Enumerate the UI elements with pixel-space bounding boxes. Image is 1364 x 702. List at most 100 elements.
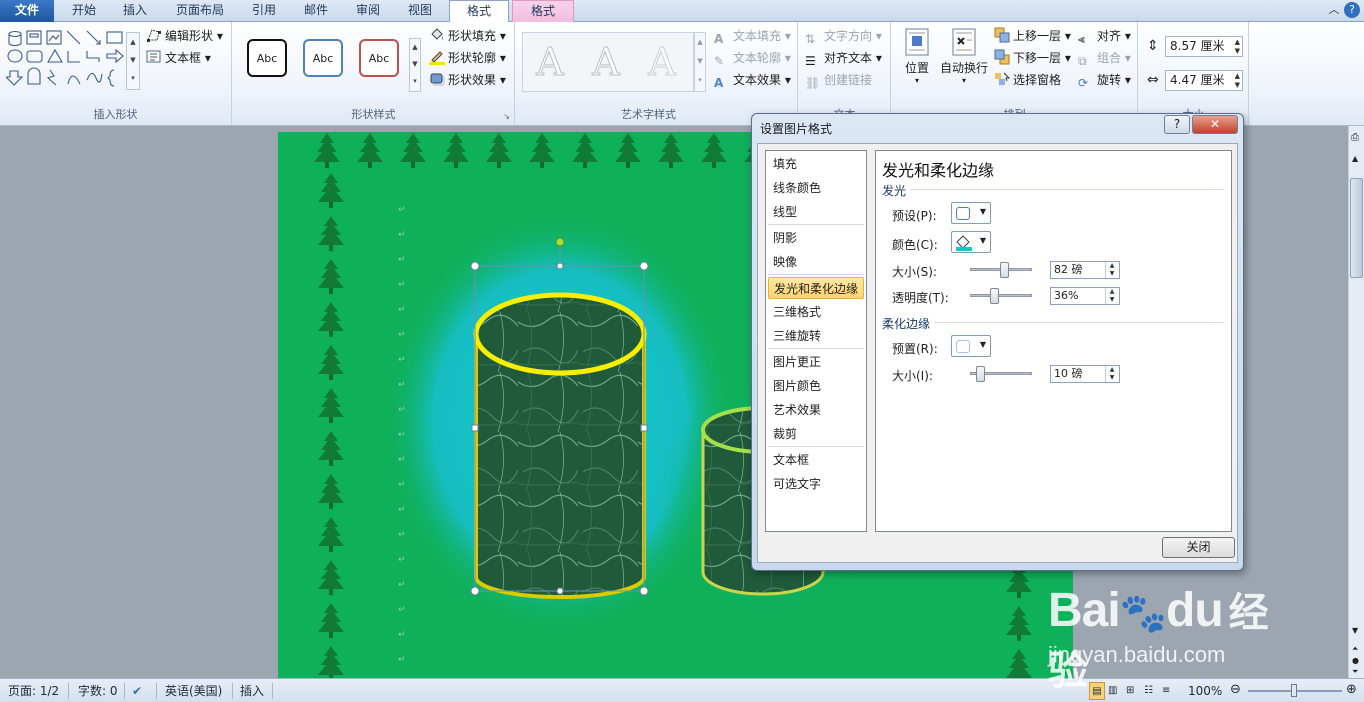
selection-pane-button[interactable]: 选择窗格 — [994, 70, 1061, 90]
shape-styles-launcher-icon[interactable]: ↘ — [503, 112, 510, 121]
scroll-up-icon[interactable]: ▲ — [1352, 154, 1358, 163]
category-item[interactable]: 图片更正 — [768, 351, 864, 373]
soft-edges-size-thumb[interactable] — [976, 366, 985, 382]
proofing-icon[interactable]: ✔ — [132, 682, 142, 700]
language-indicator[interactable]: 英语(美国) — [165, 682, 222, 700]
zoom-in-icon[interactable]: ⊕ — [1346, 682, 1357, 700]
category-item[interactable]: 线型 — [768, 201, 864, 223]
category-item[interactable]: 三维格式 — [768, 301, 864, 323]
shape-height-input[interactable]: 8.57 厘米 ▲ ▼ — [1165, 36, 1243, 57]
width-down-icon[interactable]: ▼ — [1235, 81, 1240, 89]
spinner-icon[interactable]: ▲ ▼ — [1105, 288, 1118, 304]
ruler-toggle-icon[interactable]: ⎙ — [1351, 132, 1359, 143]
insert-mode-indicator[interactable]: 插入 — [240, 682, 264, 700]
tree-icon — [318, 517, 344, 552]
shape-width-input[interactable]: 4.47 厘米 ▲ ▼ — [1165, 70, 1243, 91]
textbox-button[interactable]: 文本框 ▾ — [146, 48, 211, 68]
dialog-help-button[interactable]: ? — [1164, 115, 1190, 134]
wordart-style-1[interactable]: A — [524, 38, 576, 86]
edit-shape-button[interactable]: 编辑形状 ▾ — [146, 26, 223, 46]
wordart-style-2[interactable]: A — [580, 38, 632, 86]
align-text-button[interactable]: ☰ 对齐文本 ▾ — [805, 48, 882, 68]
tab-file[interactable]: 文件 — [0, 0, 54, 22]
width-up-icon[interactable]: ▲ — [1235, 72, 1240, 80]
soft-edges-size-slider[interactable] — [970, 366, 1032, 382]
wrap-text-button[interactable]: 自动换行 ▾ — [940, 28, 988, 85]
dialog-close-x-button[interactable]: ✕ — [1192, 115, 1238, 134]
category-item[interactable]: 可选文字 — [768, 473, 864, 495]
previous-page-icon[interactable]: ⏶ — [1352, 644, 1358, 654]
rotate-button[interactable]: ⟳ 旋转 ▾ — [1078, 70, 1131, 90]
create-link-button[interactable]: ⛓ 创建链接 — [805, 70, 872, 90]
category-item[interactable]: 线条颜色 — [768, 177, 864, 199]
text-outline-button[interactable]: ✎ 文本轮廓 ▾ — [714, 48, 791, 68]
glow-color-picker[interactable]: ▼ — [951, 231, 991, 253]
shapes-gallery[interactable] — [6, 30, 132, 92]
close-button[interactable]: 关闭 — [1162, 537, 1235, 558]
shapes-gallery-scroll[interactable]: ▲ ▼ ▾ — [126, 32, 140, 90]
glow-size-slider[interactable] — [970, 262, 1032, 278]
category-item[interactable]: 文本框 — [768, 449, 864, 471]
text-direction-button[interactable]: ⇅ 文字方向 ▾ — [805, 26, 882, 46]
category-item[interactable]: 裁剪 — [768, 423, 864, 445]
category-item[interactable]: 阴影 — [768, 227, 864, 249]
glow-preset-picker[interactable]: ▼ — [951, 202, 991, 224]
soft-edges-size-input[interactable]: 10 磅 ▲ ▼ — [1050, 365, 1120, 383]
height-down-icon[interactable]: ▼ — [1235, 47, 1240, 55]
text-effects-button[interactable]: A 文本效果 ▾ — [714, 70, 791, 90]
height-up-icon[interactable]: ▲ — [1235, 38, 1240, 46]
align-button[interactable]: ⫷ 对齐 ▾ — [1078, 26, 1131, 46]
tab-page-layout[interactable]: 页面布局 — [162, 0, 238, 22]
category-item[interactable]: 映像 — [768, 251, 864, 273]
text-fill-button[interactable]: A 文本填充 ▾ — [714, 26, 791, 46]
browse-object-icon[interactable]: ● — [1352, 656, 1359, 665]
position-button[interactable]: 位置 ▾ — [900, 28, 934, 85]
shape-style-black[interactable]: Abc — [247, 39, 287, 77]
scroll-thumb[interactable] — [1350, 178, 1363, 278]
word-count[interactable]: 字数: 0 — [78, 682, 118, 700]
glow-size-thumb[interactable] — [1000, 262, 1009, 278]
tab-view[interactable]: 视图 — [396, 0, 444, 22]
shape-style-red[interactable]: Abc — [359, 39, 399, 77]
vertical-scrollbar[interactable]: ⎙ ▲ ▼ ⏶ ● ⏷ — [1348, 126, 1364, 678]
wordart-gallery-scroll[interactable]: ▲ ▼ ▾ — [694, 32, 706, 92]
glow-transparency-slider[interactable] — [970, 288, 1032, 304]
tab-review[interactable]: 审阅 — [344, 0, 392, 22]
wordart-style-3[interactable]: A — [636, 38, 688, 86]
minimize-ribbon-icon[interactable]: ︿ — [1326, 2, 1342, 18]
spinner-icon[interactable]: ▲ ▼ — [1105, 366, 1118, 382]
glow-size-input[interactable]: 82 磅 ▲ ▼ — [1050, 261, 1120, 279]
group-button[interactable]: ⧉ 组合 ▾ — [1078, 48, 1131, 68]
page-count[interactable]: 页面: 1/2 — [8, 682, 59, 700]
shape-outline-button[interactable]: 形状轮廓 ▾ — [429, 48, 506, 68]
tab-insert[interactable]: 插入 — [111, 0, 159, 22]
watermark-brand-row: Bai🐾du 经验 — [1048, 580, 1304, 696]
tab-format-drawing[interactable]: 格式 — [449, 0, 509, 23]
glow-transparency-value: 36% — [1054, 289, 1079, 302]
svg-text:↵: ↵ — [398, 380, 406, 390]
category-item[interactable]: 发光和柔化边缘 — [768, 277, 864, 299]
category-item[interactable]: 艺术效果 — [768, 399, 864, 421]
shape-fill-button[interactable]: 形状填充 ▾ — [429, 26, 506, 46]
next-page-icon[interactable]: ⏷ — [1352, 667, 1358, 677]
tab-home[interactable]: 开始 — [58, 0, 110, 22]
send-backward-button[interactable]: 下移一层 ▾ — [994, 48, 1071, 68]
soft-edges-preset-picker[interactable]: ▼ — [951, 335, 991, 357]
category-item[interactable]: 图片颜色 — [768, 375, 864, 397]
spinner-icon[interactable]: ▲ ▼ — [1105, 262, 1118, 278]
category-item[interactable]: 填充 — [768, 153, 864, 175]
bring-forward-button[interactable]: 上移一层 ▾ — [994, 26, 1071, 46]
shape-styles-scroll[interactable]: ▲ ▼ ▾ — [409, 38, 421, 92]
tab-references[interactable]: 引用 — [240, 0, 288, 22]
glow-transparency-input[interactable]: 36% ▲ ▼ — [1050, 287, 1120, 305]
cylinder-main[interactable] — [473, 292, 647, 599]
shape-style-blue[interactable]: Abc — [303, 39, 343, 77]
tab-format-picture[interactable]: 格式 — [512, 0, 574, 22]
align-label: 对齐 — [1097, 29, 1122, 43]
tab-mailings[interactable]: 邮件 — [292, 0, 340, 22]
shape-effects-button[interactable]: 形状效果 ▾ — [429, 70, 506, 90]
help-icon[interactable]: ? — [1344, 2, 1360, 18]
glow-transparency-thumb[interactable] — [990, 288, 999, 304]
category-item[interactable]: 三维旋转 — [768, 325, 864, 347]
scroll-down-icon[interactable]: ▼ — [1352, 626, 1358, 635]
